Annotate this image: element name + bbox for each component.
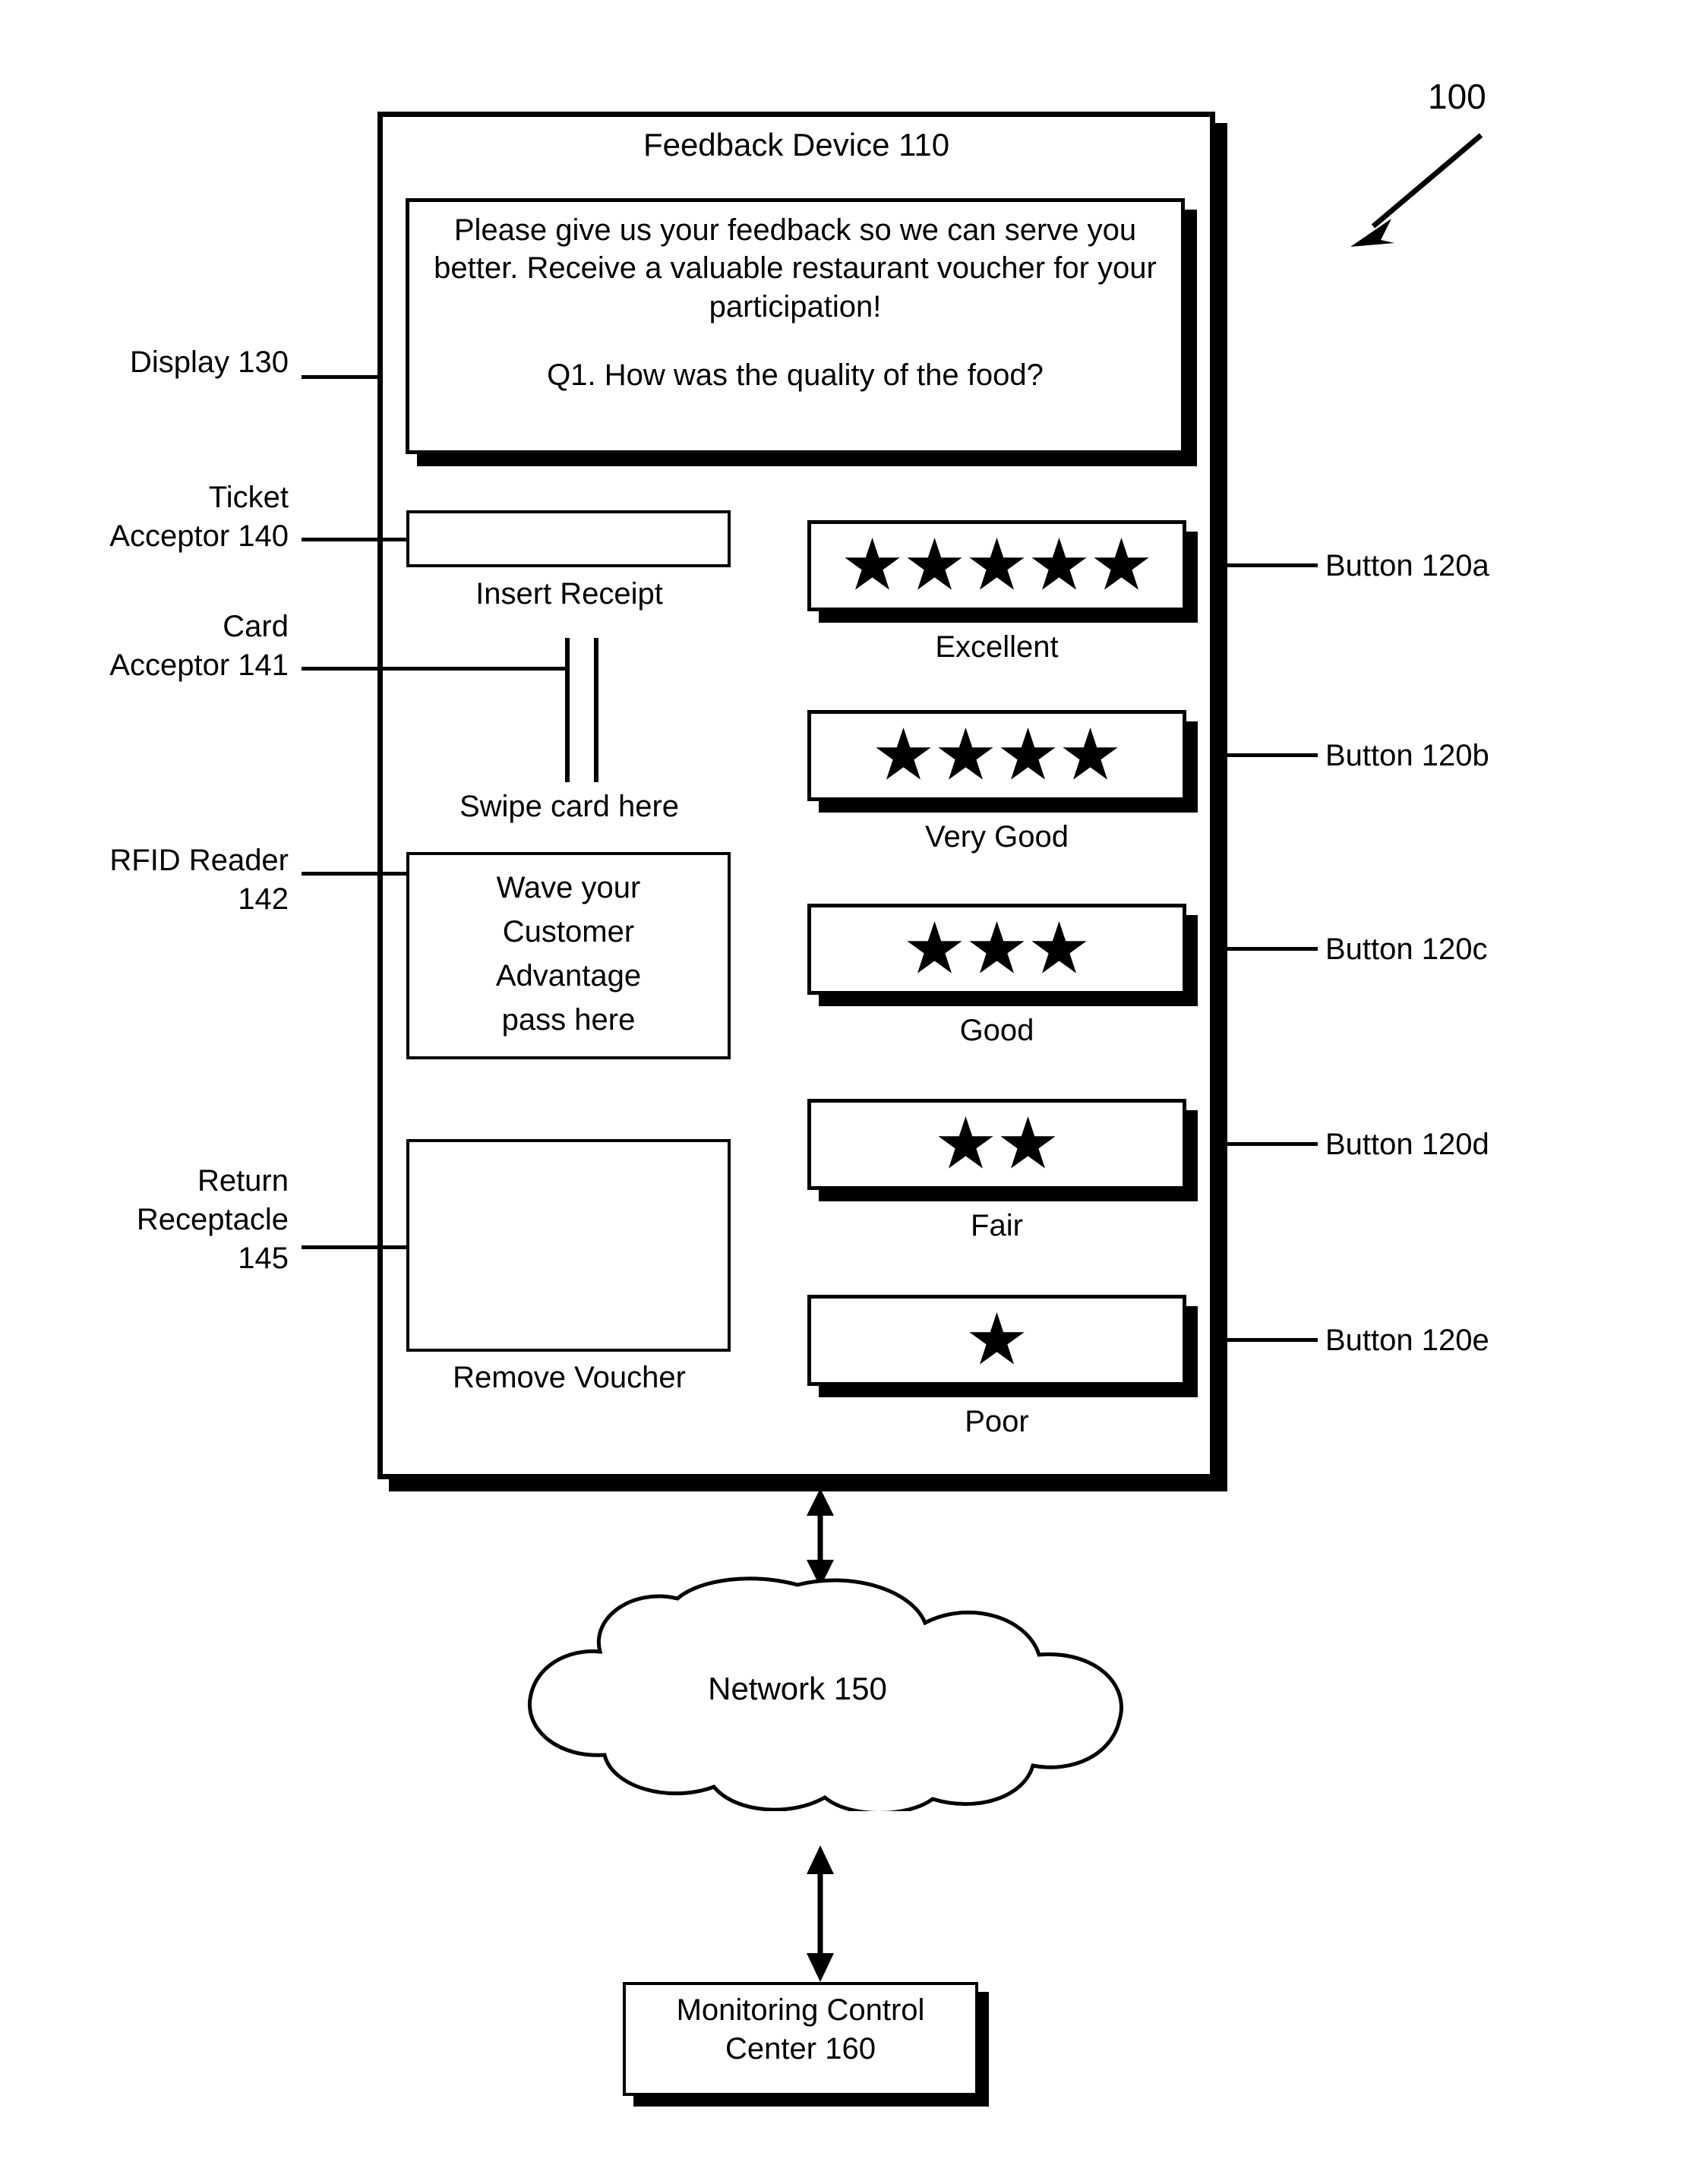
button-120e-shadow-right xyxy=(1186,1306,1198,1397)
display-spacer xyxy=(415,326,1176,356)
callout-ticket-acceptor-line1: Ticket xyxy=(208,481,289,514)
rating-button-120b[interactable] xyxy=(807,710,1186,801)
callout-return-line2: Receptacle xyxy=(136,1203,289,1237)
button-120b-shadow-right xyxy=(1186,721,1198,813)
leader-line-return-receptacle xyxy=(302,1245,408,1249)
figure-canvas: 100 Feedback Device 110 Please give us y… xyxy=(0,0,1699,2184)
button-120b-shadow-bottom xyxy=(819,801,1198,813)
callout-return-line1: Return xyxy=(197,1164,289,1198)
five-star-icon xyxy=(845,538,1150,594)
leader-line-display xyxy=(302,375,379,379)
network-mcc-double-arrow-icon xyxy=(807,1845,834,1982)
mcc-line2: Center 160 xyxy=(725,2032,876,2066)
button-120a-shadow-bottom xyxy=(819,611,1198,623)
callout-return-line3: 145 xyxy=(238,1242,289,1276)
remove-voucher-caption: Remove Voucher xyxy=(453,1361,686,1394)
callout-button-120a: Button 120a xyxy=(1325,549,1489,582)
callout-button-120c: Button 120c xyxy=(1325,933,1488,966)
mcc-shadow-right xyxy=(978,1992,989,2106)
display-content: Please give us your feedback so we can s… xyxy=(415,211,1176,395)
rating-button-120e-caption: Poor xyxy=(965,1405,1029,1438)
display-shadow-right xyxy=(1185,210,1197,466)
callout-rfid-line2: 142 xyxy=(238,882,289,917)
leader-line-rfid-reader xyxy=(302,872,408,876)
rating-button-120c[interactable] xyxy=(807,904,1186,995)
leader-line-card-acceptor xyxy=(302,667,567,671)
leader-line-button-120c xyxy=(1215,947,1318,951)
rfid-line-1: Wave your xyxy=(496,871,641,904)
rating-button-120e[interactable] xyxy=(807,1295,1186,1386)
button-120d-shadow-right xyxy=(1186,1110,1198,1201)
button-120c-shadow-right xyxy=(1186,915,1198,1006)
display-question: Q1. How was the quality of the food? xyxy=(547,358,1044,393)
callout-ticket-acceptor-140: Ticket Acceptor 140 xyxy=(46,478,289,556)
rating-button-120b-caption: Very Good xyxy=(924,820,1069,854)
rating-button-120d[interactable] xyxy=(807,1099,1186,1190)
figure-reference-arrow-icon xyxy=(1350,133,1483,247)
mcc-line1: Monitoring Control xyxy=(676,1993,925,2027)
rfid-line-2: Customer xyxy=(502,915,635,948)
leader-line-button-120a xyxy=(1215,563,1318,567)
rating-button-120d-caption: Fair xyxy=(971,1209,1023,1242)
rating-button-120c-caption: Good xyxy=(959,1014,1034,1047)
callout-rfid-line1: RFID Reader xyxy=(109,844,289,877)
callout-button-120d: Button 120d xyxy=(1325,1128,1489,1161)
button-120c-shadow-bottom xyxy=(819,995,1198,1006)
callout-card-acceptor-line2: Acceptor 141 xyxy=(109,649,289,683)
button-120e-shadow-bottom xyxy=(819,1386,1198,1397)
three-star-icon xyxy=(907,921,1088,977)
monitoring-control-center-label: Monitoring Control Center 160 xyxy=(623,1991,978,2069)
button-120d-shadow-bottom xyxy=(819,1190,1198,1201)
return-receptacle-opening[interactable] xyxy=(406,1139,731,1352)
callout-card-acceptor-141: Card Acceptor 141 xyxy=(46,608,289,685)
four-star-icon xyxy=(876,727,1119,784)
callout-rfid-reader-142: RFID Reader 142 xyxy=(30,841,289,919)
two-star-icon xyxy=(938,1116,1056,1172)
rating-button-120a[interactable] xyxy=(807,520,1186,611)
callout-button-120e: Button 120e xyxy=(1325,1324,1489,1357)
rating-button-120a-caption: Excellent xyxy=(935,630,1059,664)
device-network-double-arrow-icon xyxy=(807,1488,834,1587)
rfid-line-4: pass here xyxy=(501,1003,636,1037)
rfid-reader-instructions: Wave your Customer Advantage pass here xyxy=(414,866,723,1042)
leader-line-button-120b xyxy=(1215,753,1318,757)
callout-button-120b: Button 120b xyxy=(1325,739,1489,772)
display-paragraph: Please give us your feedback so we can s… xyxy=(434,213,1157,323)
button-120a-shadow-right xyxy=(1186,532,1198,623)
card-swipe-slot-right-rail[interactable] xyxy=(594,638,598,782)
device-title: Feedback Device 110 xyxy=(643,127,950,163)
callout-return-receptacle-145: Return Receptacle 145 xyxy=(30,1162,289,1279)
rfid-line-3: Advantage xyxy=(495,959,642,993)
callout-display-130: Display 130 xyxy=(129,346,289,379)
card-swipe-slot-left-rail xyxy=(565,638,570,782)
network-label: Network 150 xyxy=(708,1671,887,1706)
ticket-acceptor-slot[interactable] xyxy=(406,510,731,567)
insert-receipt-caption: Insert Receipt xyxy=(475,577,663,611)
display-shadow-bottom xyxy=(417,454,1197,466)
device-shadow-right xyxy=(1215,123,1227,1491)
callout-card-acceptor-line1: Card xyxy=(223,610,289,643)
figure-reference-number: 100 xyxy=(1428,77,1486,116)
leader-line-button-120d xyxy=(1215,1142,1318,1146)
mcc-shadow-bottom xyxy=(633,2096,989,2107)
leader-line-button-120e xyxy=(1215,1338,1318,1342)
swipe-card-caption: Swipe card here xyxy=(459,790,680,823)
one-star-icon xyxy=(969,1312,1025,1368)
leader-line-ticket-acceptor xyxy=(302,538,408,541)
callout-ticket-acceptor-line2: Acceptor 140 xyxy=(109,519,289,554)
